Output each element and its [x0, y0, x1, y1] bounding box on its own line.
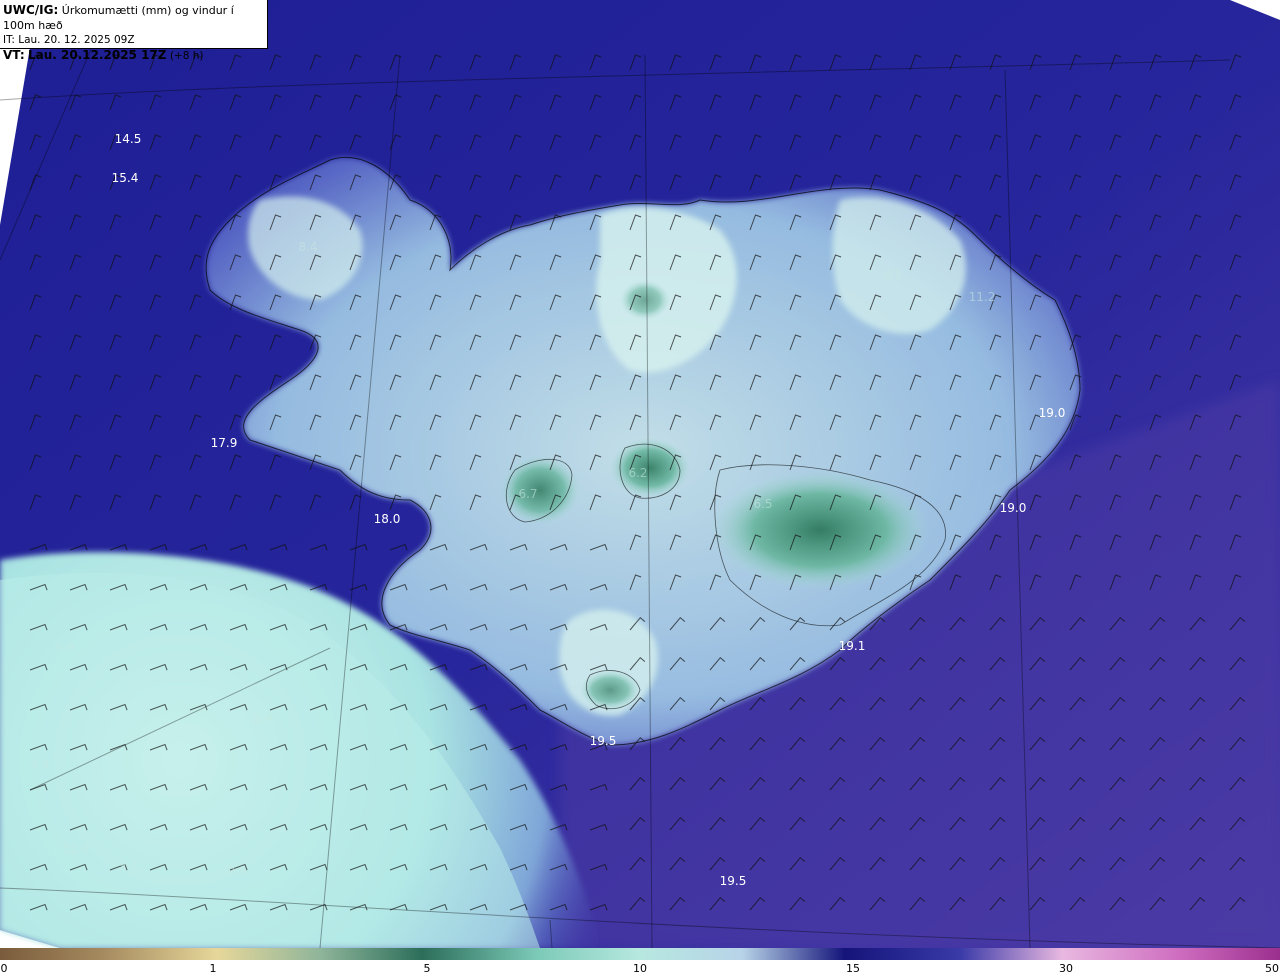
value-label: 6.7	[518, 487, 538, 501]
model-name: UWC/IG:	[3, 3, 59, 17]
value-label: 19.0	[1038, 406, 1066, 420]
value-label: 6.2	[628, 466, 648, 480]
glacier-hofsjokull	[610, 438, 690, 498]
value-label: 15.4	[111, 171, 139, 185]
forecast-offset: (+8 h)	[169, 50, 204, 62]
colorbar-tick: 10	[633, 962, 647, 975]
value-label: 14.5	[114, 132, 142, 146]
precipitation-wind-map: 14.5 15.4 8.4 17.9 18.0 6.7 6.2 6.5 9.9 11.2 19.0 1…	[0, 0, 1280, 948]
precipitation-colorbar	[0, 948, 1280, 960]
value-label: 9.9	[227, 864, 247, 878]
value-label: 9.3	[118, 858, 138, 872]
value-label: 19.5	[589, 734, 617, 748]
glacier-vatnajokull	[710, 470, 930, 590]
value-label: 8.4	[298, 240, 318, 254]
value-label: 19.5	[719, 874, 747, 888]
value-label: 9.9	[55, 640, 75, 654]
colorbar-tick: 1	[209, 962, 217, 975]
valid-time-prefix: VT:	[3, 48, 25, 62]
value-label: 9.9	[883, 268, 903, 282]
valid-time: Lau. 20.12.2025 17Z	[27, 48, 167, 62]
colorbar-tick: 50	[1265, 962, 1279, 975]
value-label: 19.1	[838, 639, 866, 653]
value-label: 19.0	[999, 501, 1027, 515]
colorbar-tick: 5	[423, 962, 431, 975]
map-header: UWC/IG: Úrkomumætti (mm) og vindur í 100…	[0, 0, 268, 62]
value-label: 6.5	[753, 497, 773, 511]
value-label: 12.4	[61, 842, 89, 856]
value-label: 17.9	[210, 436, 238, 450]
colorbar-tick: 30	[1059, 962, 1073, 975]
init-time: IT: Lau. 20. 12. 2025 09Z	[3, 34, 135, 46]
colorbar-tick: 15	[846, 962, 860, 975]
value-label: 9.4	[30, 757, 50, 771]
value-label: 8.9	[253, 712, 273, 726]
value-label: 18.0	[373, 512, 401, 526]
colorbar-tick: 0	[0, 962, 8, 975]
colorbar-tick-labels: 0 1 5 10 15 30 50	[0, 962, 1280, 978]
value-label: 11.2	[968, 290, 996, 304]
